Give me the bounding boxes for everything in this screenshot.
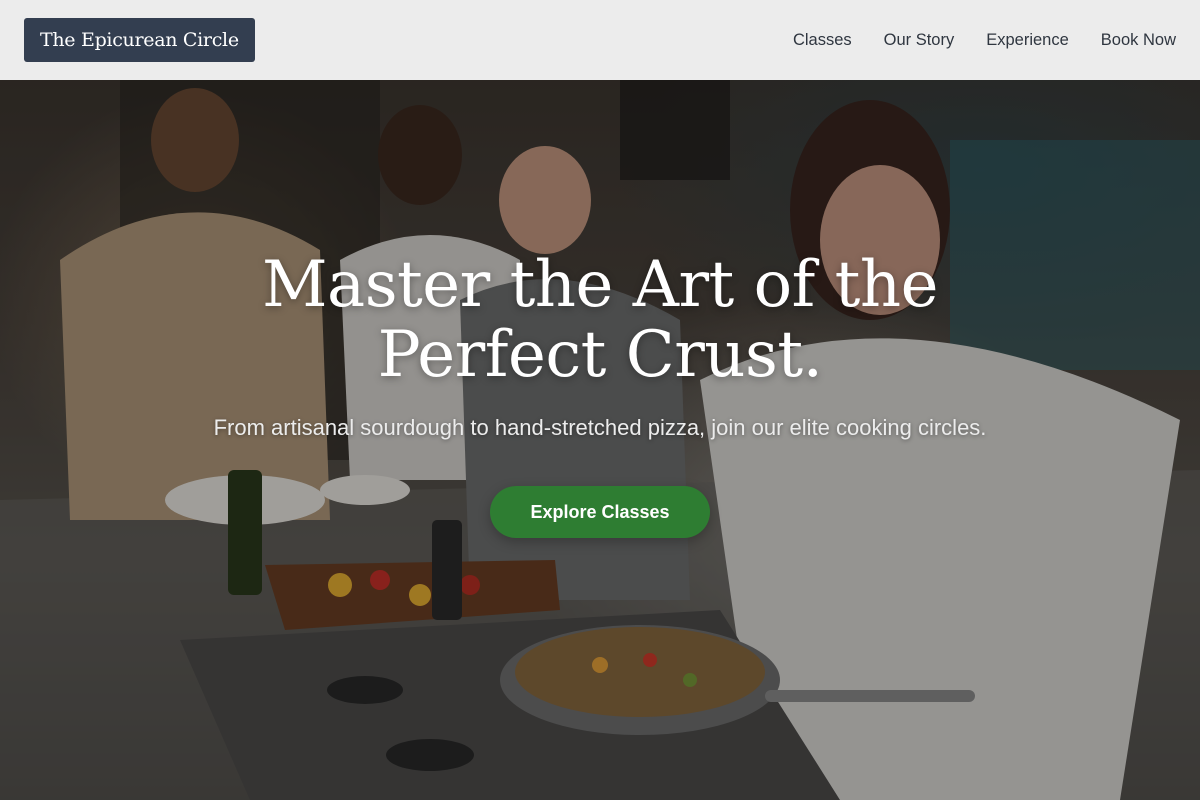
hero-title: Master the Art of the Perfect Crust. [220, 250, 980, 390]
landing-page: The Epicurean Circle Classes Our Story E… [0, 0, 1200, 800]
hero-title-line-2: Perfect Crust. [377, 318, 823, 392]
hero-title-line-1: Master the Art of the [262, 248, 938, 322]
explore-classes-button[interactable]: Explore Classes [490, 486, 710, 538]
nav-link-experience[interactable]: Experience [986, 31, 1069, 50]
nav-link-book-now[interactable]: Book Now [1101, 31, 1176, 50]
hero-subtitle: From artisanal sourdough to hand-stretch… [213, 415, 987, 440]
main-nav: Classes Our Story Experience Book Now [793, 31, 1176, 50]
logo-link[interactable]: The Epicurean Circle [24, 18, 255, 62]
nav-link-classes[interactable]: Classes [793, 31, 852, 50]
nav-link-our-story[interactable]: Our Story [884, 31, 955, 50]
site-header: The Epicurean Circle Classes Our Story E… [0, 0, 1200, 80]
hero-section: Master the Art of the Perfect Crust. Fro… [0, 250, 1200, 538]
